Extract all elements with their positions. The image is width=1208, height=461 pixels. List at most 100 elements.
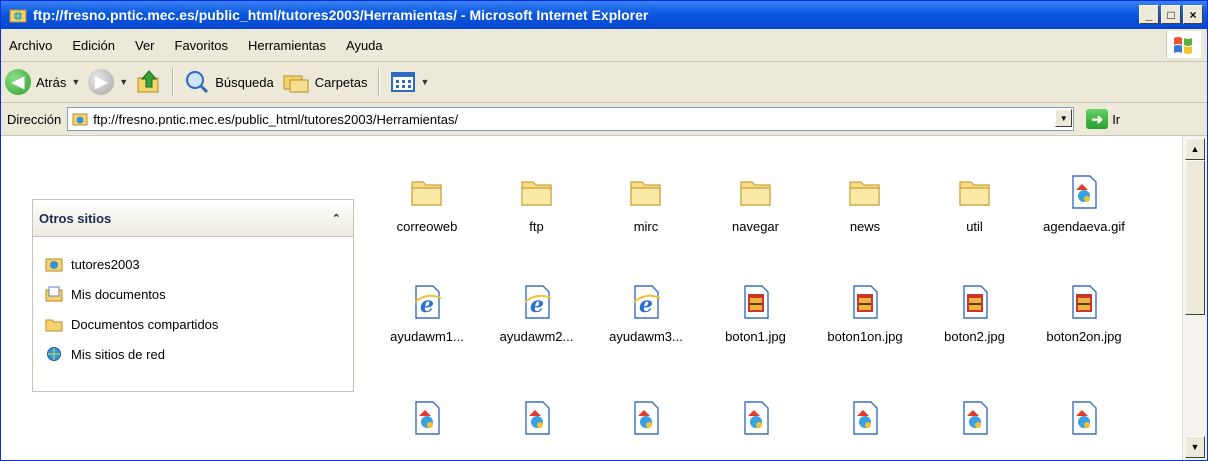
link-mis-sitios-de-red[interactable]: Mis sitios de red — [45, 339, 353, 369]
up-folder-button[interactable] — [132, 66, 166, 98]
address-bar: Dirección ftp://fresno.pntic.mec.es/publ… — [1, 103, 1207, 136]
collapse-chevron-icon[interactable]: ⌃ — [332, 212, 341, 225]
scroll-down-button[interactable]: ▼ — [1185, 436, 1205, 458]
file-item[interactable]: correoweb — [371, 172, 483, 234]
file-name: agendaeva.gif — [1043, 219, 1125, 234]
address-value: ftp://fresno.pntic.mec.es/public_html/tu… — [93, 111, 459, 127]
link-label: Mis sitios de red — [71, 346, 165, 362]
panel-links: tutores2003 Mis documentos Documentos co… — [33, 237, 353, 369]
title-bar[interactable]: ftp://fresno.pntic.mec.es/public_html/tu… — [1, 1, 1207, 29]
file-item[interactable] — [700, 398, 812, 445]
file-item[interactable] — [590, 398, 702, 445]
menu-edicion[interactable]: Edición — [62, 38, 125, 53]
panel-header[interactable]: Otros sitios ⌃ — [33, 200, 353, 237]
file-name: boton2.jpg — [944, 329, 1005, 344]
file-item[interactable]: news — [809, 172, 921, 234]
file-item[interactable]: boton2.jpg — [919, 282, 1031, 344]
windows-logo-icon — [1166, 31, 1201, 58]
jpg-file-icon — [955, 282, 995, 322]
folder-icon — [955, 172, 995, 212]
ie-html-file-icon: e — [407, 282, 447, 322]
chevron-down-icon[interactable]: ▼ — [421, 77, 430, 87]
menu-ver[interactable]: Ver — [125, 38, 165, 53]
menu-herramientas[interactable]: Herramientas — [238, 38, 336, 53]
folder-icon — [626, 172, 666, 212]
link-tutores2003[interactable]: tutores2003 — [45, 249, 353, 279]
file-item[interactable]: e ayudawm1... — [371, 282, 483, 344]
file-item[interactable]: e ayudawm2... — [481, 282, 593, 344]
file-item[interactable]: navegar — [700, 172, 812, 234]
file-item[interactable]: e ayudawm3... — [590, 282, 702, 344]
menu-ayuda[interactable]: Ayuda — [336, 38, 393, 53]
minimize-button[interactable]: _ — [1139, 5, 1159, 24]
ftp-folder-icon — [72, 113, 88, 126]
up-folder-icon — [137, 70, 159, 93]
close-button[interactable]: × — [1183, 5, 1203, 24]
ftp-folder-icon — [9, 9, 27, 23]
folder-icon — [407, 172, 447, 212]
chevron-down-icon[interactable]: ▼ — [119, 77, 128, 87]
file-item[interactable]: agendaeva.gif — [1028, 172, 1140, 234]
file-item[interactable] — [919, 398, 1031, 445]
search-label: Búsqueda — [215, 74, 274, 90]
jpg-file-icon — [736, 282, 776, 322]
file-name: util — [966, 219, 983, 234]
file-item[interactable]: mirc — [590, 172, 702, 234]
folder-icon — [845, 172, 885, 212]
scroll-up-button[interactable]: ▲ — [1185, 138, 1205, 160]
file-item[interactable] — [481, 398, 593, 445]
file-item[interactable]: ftp — [481, 172, 593, 234]
file-item[interactable]: boton1on.jpg — [809, 282, 921, 344]
task-pane: Otros sitios ⌃ tutores2003 Mis documento… — [1, 136, 363, 460]
file-name: ftp — [529, 219, 544, 234]
views-button[interactable]: ▼ — [386, 66, 434, 98]
window-title: ftp://fresno.pntic.mec.es/public_html/tu… — [33, 7, 649, 23]
link-documentos-compartidos[interactable]: Documentos compartidos — [45, 309, 353, 339]
address-dropdown-button[interactable]: ▼ — [1055, 109, 1073, 127]
go-label: Ir — [1112, 111, 1121, 127]
image-file-icon — [1064, 172, 1104, 212]
network-places-icon — [47, 347, 61, 361]
file-item[interactable] — [1028, 398, 1140, 445]
views-icon — [390, 72, 415, 92]
browser-window: ftp://fresno.pntic.mec.es/public_html/tu… — [0, 0, 1208, 461]
maximize-button[interactable]: □ — [1161, 5, 1181, 24]
back-arrow-icon: ◀ — [5, 69, 31, 95]
standard-toolbar: ◀ Atrás ▼ ▶ ▼ Búsqueda Carpetas ▼ — [1, 62, 1207, 103]
back-label: Atrás — [36, 74, 67, 90]
scroll-thumb[interactable] — [1185, 160, 1205, 315]
go-arrow-icon: ➜ — [1086, 109, 1109, 129]
menu-bar: Archivo Edición Ver Favoritos Herramient… — [1, 29, 1207, 62]
file-item[interactable]: util — [919, 172, 1031, 234]
back-button[interactable]: ◀ Atrás ▼ — [1, 66, 84, 98]
vertical-scrollbar[interactable]: ▲ ▼ — [1182, 136, 1207, 460]
folders-icon — [283, 75, 309, 93]
folders-button[interactable]: Carpetas — [278, 66, 372, 98]
other-places-panel: Otros sitios ⌃ tutores2003 Mis documento… — [32, 199, 354, 392]
file-item[interactable]: boton2on.jpg — [1028, 282, 1140, 344]
file-name: navegar — [732, 219, 779, 234]
search-button[interactable]: Búsqueda — [180, 66, 278, 98]
image-file-icon — [407, 398, 447, 438]
folder-icon — [736, 172, 776, 212]
content-area: Otros sitios ⌃ tutores2003 Mis documento… — [1, 136, 1207, 460]
file-item[interactable] — [371, 398, 483, 445]
go-button[interactable]: ➜ Ir — [1086, 109, 1120, 129]
jpg-file-icon — [845, 282, 885, 322]
address-input[interactable]: ftp://fresno.pntic.mec.es/public_html/tu… — [67, 107, 1075, 131]
file-item[interactable]: boton1.jpg — [700, 282, 812, 344]
image-file-icon — [1064, 398, 1104, 438]
file-name: mirc — [633, 219, 659, 234]
link-mis-documentos[interactable]: Mis documentos — [45, 279, 353, 309]
file-item[interactable] — [809, 398, 921, 445]
file-name: boton1.jpg — [725, 329, 786, 344]
file-name: ayudawm2... — [499, 329, 574, 344]
menu-archivo[interactable]: Archivo — [1, 38, 62, 53]
forward-button[interactable]: ▶ ▼ — [84, 66, 132, 98]
file-name: news — [849, 219, 881, 234]
forward-arrow-icon: ▶ — [88, 69, 115, 95]
link-label: Mis documentos — [71, 286, 166, 302]
file-name: ayudawm3... — [609, 329, 683, 344]
chevron-down-icon[interactable]: ▼ — [71, 77, 80, 87]
menu-favoritos[interactable]: Favoritos — [165, 38, 238, 53]
